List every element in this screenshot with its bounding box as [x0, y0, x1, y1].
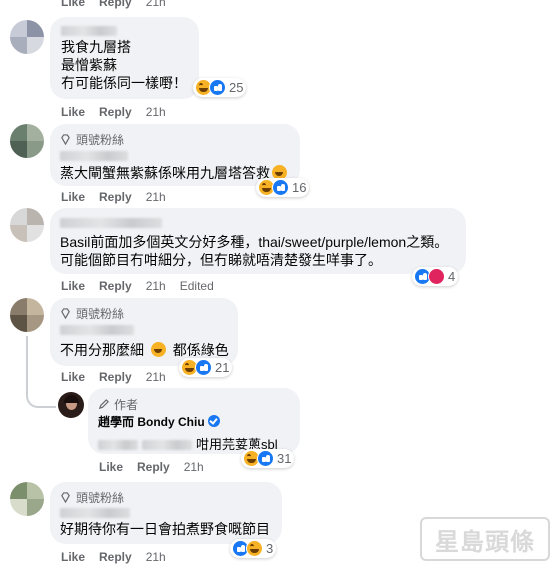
avatar[interactable] — [10, 482, 44, 516]
timestamp[interactable]: 21h — [146, 279, 166, 293]
reply-actions: Like Reply 21h — [99, 460, 218, 474]
reply-button[interactable]: Reply — [99, 279, 132, 293]
badge-label: 頭號粉絲 — [76, 491, 125, 505]
reaction-summary[interactable]: 4 — [412, 267, 459, 286]
timestamp[interactable]: 21h — [146, 190, 166, 204]
reply-button[interactable]: Reply — [137, 460, 170, 474]
blurred-author-name[interactable] — [60, 508, 130, 518]
comment-text: 蒸大閘蟹無紫蘇係咪用九層塔答救 — [60, 164, 287, 183]
timestamp[interactable]: 21h — [146, 550, 166, 564]
comment-text-line: 最憎紫蘇 — [61, 57, 117, 73]
love-reaction-icon — [428, 268, 445, 285]
timestamp[interactable]: 21h — [184, 460, 204, 474]
reaction-count: 16 — [292, 180, 307, 195]
comment-text-line: 好期待你有一日會拍煮野食嘅節目 — [60, 521, 270, 537]
blurred-mention[interactable] — [98, 439, 138, 450]
edited-label[interactable]: Edited — [180, 279, 214, 293]
avatar[interactable] — [10, 208, 44, 242]
reaction-summary[interactable]: 31 — [241, 449, 295, 468]
top-fan-badge: 頭號粉絲 — [60, 131, 124, 148]
comment-text-line: 我食九層搭 — [61, 39, 131, 55]
comment-bubble: 頭號粉絲 蒸大閘蟹無紫蘇係咪用九層塔答救 — [50, 124, 300, 186]
comment-text-line: Basil前面加多個英文分好多種，thai/sweet/purple/lemon… — [60, 234, 449, 250]
like-button[interactable]: Like — [61, 190, 85, 204]
like-reaction-icon — [257, 450, 274, 467]
reaction-summary[interactable]: 3 — [230, 539, 277, 558]
diamond-icon — [61, 134, 70, 145]
comment-bubble: 頭號粉絲 不用分那麼細 都係綠色 — [50, 298, 238, 366]
avatar[interactable] — [10, 124, 44, 158]
verified-badge-icon — [207, 415, 220, 427]
reply-thread-line — [26, 336, 56, 408]
like-reaction-icon — [195, 359, 212, 376]
comment-actions: Like Reply 21h — [61, 370, 180, 384]
like-button[interactable]: Like — [61, 370, 85, 384]
badge-label: 頭號粉絲 — [76, 307, 125, 321]
reaction-count: 31 — [277, 451, 292, 466]
author-avatar[interactable] — [58, 392, 84, 418]
blurred-author-name[interactable] — [61, 26, 117, 36]
like-button[interactable]: Like — [61, 105, 85, 119]
timestamp[interactable]: 21h — [146, 0, 166, 9]
author-name[interactable]: 趙學而 Bondy Chiu — [98, 413, 220, 432]
timestamp[interactable]: 21h — [146, 105, 166, 119]
rofl-emoji-icon — [150, 342, 166, 357]
like-button[interactable]: Like — [99, 460, 123, 474]
like-button[interactable]: Like — [61, 550, 85, 564]
reaction-summary[interactable]: 21 — [179, 358, 233, 377]
reply-button[interactable]: Reply — [99, 550, 132, 564]
comment-bubble: Basil前面加多個英文分好多種，thai/sweet/purple/lemon… — [50, 208, 466, 274]
top-fan-badge: 頭號粉絲 — [60, 489, 124, 506]
haha-reaction-icon — [246, 540, 263, 557]
reply-button[interactable]: Reply — [99, 0, 132, 9]
reaction-summary[interactable]: 25 — [193, 78, 247, 97]
blurred-author-name[interactable] — [60, 151, 128, 161]
like-reaction-icon — [209, 79, 226, 96]
blurred-author-name[interactable] — [60, 325, 134, 335]
like-button[interactable]: Like — [61, 279, 85, 293]
reply-button[interactable]: Reply — [99, 190, 132, 204]
comment-text-line: 冇可能係同一樣嘢！ — [61, 75, 187, 91]
badge-label: 頭號粉絲 — [76, 133, 125, 147]
avatar[interactable] — [10, 298, 44, 332]
top-fan-badge: 頭號粉絲 — [60, 305, 124, 322]
reaction-summary[interactable]: 16 — [256, 178, 310, 197]
reply-button[interactable]: Reply — [99, 105, 132, 119]
watermark-logo: 星島頭條 — [420, 517, 550, 561]
comment-text-line: 可能個節目冇咁細分，但冇睇就唔清楚發生咩事了。 — [60, 252, 382, 268]
reaction-count: 3 — [266, 541, 274, 556]
prev-comment-actions: Like Reply 21h — [61, 0, 180, 9]
like-reaction-icon — [272, 179, 289, 196]
pen-icon — [98, 399, 109, 410]
comment-actions: Like Reply 21h — [61, 550, 180, 564]
diamond-icon — [61, 308, 70, 319]
diamond-icon — [61, 492, 70, 503]
blurred-mention[interactable] — [142, 439, 192, 450]
blurred-author-name[interactable] — [60, 218, 162, 228]
reply-button[interactable]: Reply — [99, 370, 132, 384]
reply-bubble: 作者 趙學而 Bondy Chiu 咁用芫荽蔥sbl — [88, 388, 300, 454]
reaction-count: 4 — [448, 269, 456, 284]
like-button[interactable]: Like — [61, 0, 85, 9]
comment-actions: Like Reply 21h — [61, 105, 180, 119]
timestamp[interactable]: 21h — [146, 370, 166, 384]
badge-label: 作者 — [114, 398, 139, 412]
comment-bubble: 我食九層搭 最憎紫蘇 冇可能係同一樣嘢！ — [50, 17, 199, 99]
author-badge: 作者 — [98, 396, 138, 413]
comment-actions: Like Reply 21h Edited — [61, 279, 228, 293]
avatar[interactable] — [10, 20, 44, 54]
reaction-count: 25 — [229, 80, 244, 95]
comment-bubble: 頭號粉絲 好期待你有一日會拍煮野食嘅節目 — [50, 482, 282, 544]
comment-actions: Like Reply 21h — [61, 190, 180, 204]
reaction-count: 21 — [215, 360, 230, 375]
